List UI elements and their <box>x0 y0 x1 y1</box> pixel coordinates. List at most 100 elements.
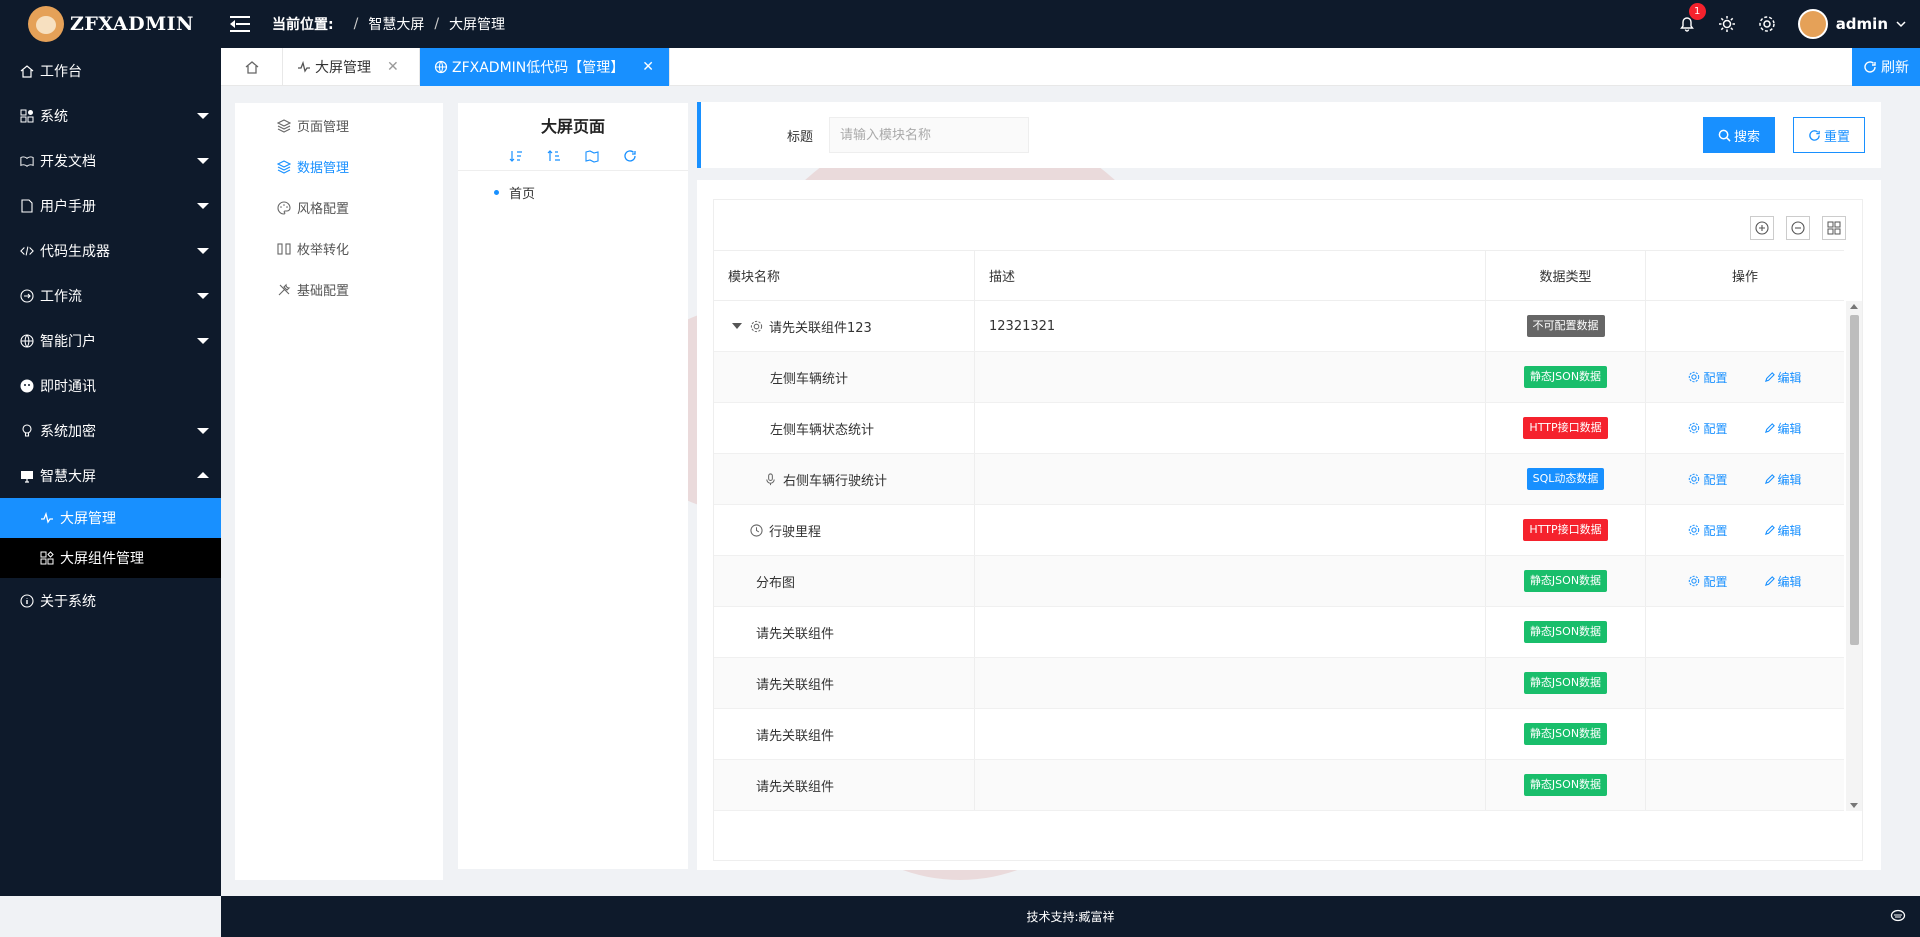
config-menu-item[interactable]: 页面管理 <box>235 105 443 146</box>
edit-action-button[interactable]: 编辑 <box>1764 522 1802 539</box>
table-row[interactable]: 请先关联组件 静态JSON数据 <box>714 709 1844 760</box>
minus-circle-icon[interactable] <box>1786 216 1810 240</box>
close-icon[interactable]: ✕ <box>642 59 654 75</box>
table-row[interactable]: 分布图 静态JSON数据 配置 编辑 <box>714 556 1844 607</box>
config-menu-item[interactable]: 数据管理 <box>235 146 443 187</box>
data-type-tag: HTTP接口数据 <box>1523 519 1608 541</box>
top-header: ZFXADMIN 当前位置: / 智慧大屏 / 大屏管理 1 admin <box>0 0 1920 48</box>
table-row[interactable]: 请先关联组件 静态JSON数据 <box>714 760 1844 811</box>
sidebar-item[interactable]: 开发文档 <box>0 138 221 183</box>
cell-module-name: 左侧车辆状态统计 <box>714 403 975 453</box>
config-menu-item[interactable]: 基础配置 <box>235 269 443 310</box>
config-action-button[interactable]: 配置 <box>1688 471 1728 488</box>
tab-home[interactable] <box>221 48 283 86</box>
sidebar-item[interactable]: 代码生成器 <box>0 228 221 273</box>
config-menu-label: 风格配置 <box>297 202 350 217</box>
config-menu-item[interactable]: 风格配置 <box>235 187 443 228</box>
config-menu-item[interactable]: 枚举转化 <box>235 228 443 269</box>
settings-gear-icon[interactable] <box>1758 15 1776 33</box>
config-action-button[interactable]: 配置 <box>1688 369 1728 386</box>
vertical-scrollbar[interactable] <box>1846 301 1862 811</box>
scrollbar-thumb[interactable] <box>1850 315 1859 645</box>
breadcrumb-item[interactable]: 大屏管理 <box>449 14 505 34</box>
user-menu[interactable]: admin <box>1797 9 1906 39</box>
edit-action-button[interactable]: 编辑 <box>1764 369 1802 386</box>
table-row[interactable]: 请先关联组件 静态JSON数据 <box>714 607 1844 658</box>
reset-button[interactable]: 重置 <box>1793 117 1865 153</box>
search-button[interactable]: 搜索 <box>1703 117 1775 153</box>
sidebar-item[interactable]: 工作流 <box>0 273 221 318</box>
sidebar-item[interactable]: 用户手册 <box>0 183 221 228</box>
table-row[interactable]: 行驶里程 HTTP接口数据 配置 编辑 <box>714 505 1844 556</box>
caret-down-icon <box>197 113 209 119</box>
sidebar-item[interactable]: 智能门户 <box>0 318 221 363</box>
edit-action-button[interactable]: 编辑 <box>1764 420 1802 437</box>
sidebar-item[interactable]: 智慧大屏 <box>0 453 221 498</box>
tab-label: ZFXADMIN低代码【管理】 <box>452 60 625 76</box>
table-row[interactable]: 左侧车辆统计 静态JSON数据 配置 编辑 <box>714 352 1844 403</box>
sidebar-item-about[interactable]: 关于系统 <box>0 578 221 623</box>
expand-toggle-icon[interactable] <box>732 323 742 329</box>
scroll-up-arrow-icon[interactable] <box>1850 304 1858 309</box>
edit-action-button[interactable]: 编辑 <box>1764 471 1802 488</box>
config-menu-label: 枚举转化 <box>297 243 350 258</box>
mic-icon <box>764 472 777 486</box>
module-name: 行驶里程 <box>769 524 822 540</box>
breadcrumb-item[interactable]: 智慧大屏 <box>368 14 424 34</box>
config-action-button[interactable]: 配置 <box>1688 573 1728 590</box>
column-header-description[interactable]: 描述 <box>975 251 1486 300</box>
tab-zfxadmin-lowcode[interactable]: ZFXADMIN低代码【管理】 ✕ <box>420 48 670 86</box>
cell-actions: 配置 编辑 <box>1646 454 1844 504</box>
sidebar-item[interactable]: 系统加密 <box>0 408 221 453</box>
menu-toggle-icon[interactable] <box>230 14 254 34</box>
sidebar-subitem[interactable]: 大屏组件管理 <box>0 538 221 578</box>
cell-data-type: 静态JSON数据 <box>1486 709 1646 759</box>
columns-icon[interactable] <box>1822 216 1846 240</box>
sidebar-subitem[interactable]: 大屏管理 <box>0 498 221 538</box>
pencil-icon <box>1764 524 1775 535</box>
data-type-tag: SQL动态数据 <box>1526 468 1605 490</box>
table-row[interactable]: 右侧车辆行驶统计 SQL动态数据 配置 编辑 <box>714 454 1844 505</box>
sidebar-item-label: 开发文档 <box>40 153 96 170</box>
column-header-data-type[interactable]: 数据类型 <box>1486 251 1646 300</box>
chat-bubble-icon[interactable] <box>1890 908 1906 924</box>
page-tree-panel: 大屏页面 首页 <box>458 103 688 869</box>
tab-screen-management[interactable]: 大屏管理 ✕ <box>283 48 420 86</box>
config-action-button[interactable]: 配置 <box>1688 420 1728 437</box>
notification-bell-icon[interactable]: 1 <box>1678 3 1706 33</box>
close-icon[interactable]: ✕ <box>387 59 399 75</box>
sort-down-icon[interactable] <box>508 149 524 163</box>
data-type-tag: 不可配置数据 <box>1526 315 1605 337</box>
config-action-button[interactable]: 配置 <box>1688 522 1728 539</box>
search-bar: 标题 搜索 重置 <box>697 102 1881 168</box>
home-icon <box>20 64 34 78</box>
sidebar-item[interactable]: 即时通讯 <box>0 363 221 408</box>
config-action-label: 配置 <box>1703 472 1728 487</box>
theme-sun-icon[interactable] <box>1718 15 1736 33</box>
refresh-button[interactable]: 刷新 <box>1852 48 1920 86</box>
data-type-tag: 静态JSON数据 <box>1523 366 1608 388</box>
sidebar-item[interactable]: 系统 <box>0 93 221 138</box>
column-header-module-name[interactable]: 模块名称 <box>714 251 975 300</box>
add-circle-icon[interactable] <box>1750 216 1774 240</box>
table-row[interactable]: 请先关联组件123 12321321 不可配置数据 <box>714 301 1844 352</box>
table-row[interactable]: 左侧车辆状态统计 HTTP接口数据 配置 编辑 <box>714 403 1844 454</box>
module-name-search-input[interactable] <box>829 117 1030 153</box>
refresh-icon[interactable] <box>622 149 638 163</box>
map-icon[interactable] <box>584 149 600 163</box>
sidebar-item[interactable]: 工作台 <box>0 48 221 93</box>
sort-up-icon[interactable] <box>546 149 562 163</box>
tree-node-home[interactable]: 首页 <box>458 183 688 202</box>
cell-data-type: 静态JSON数据 <box>1486 607 1646 657</box>
config-action-label: 配置 <box>1703 574 1728 589</box>
cell-actions <box>1646 760 1844 810</box>
sidebar-item-label: 智慧大屏 <box>40 468 96 485</box>
cell-module-name: 请先关联组件 <box>714 760 975 810</box>
logo[interactable]: ZFXADMIN <box>0 0 220 48</box>
edit-action-button[interactable]: 编辑 <box>1764 573 1802 590</box>
table-row[interactable]: 请先关联组件 静态JSON数据 <box>714 658 1844 709</box>
module-name: 左侧车辆状态统计 <box>770 422 875 438</box>
scroll-down-arrow-icon[interactable] <box>1850 803 1858 808</box>
description-text: 12321321 <box>989 318 1056 334</box>
edit-action-label: 编辑 <box>1777 574 1802 589</box>
